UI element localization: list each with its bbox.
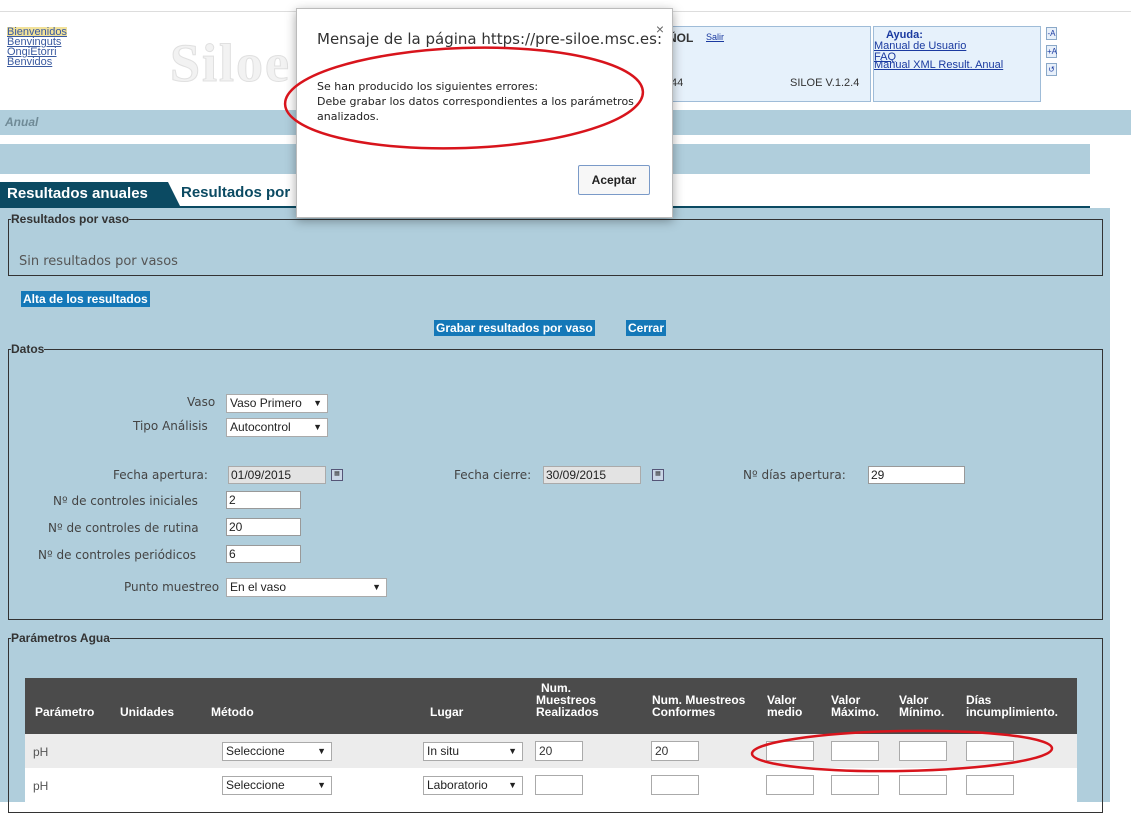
annotation-ellipse-values — [750, 729, 1054, 773]
annotation-ellipse-dialog — [283, 46, 645, 150]
annotation-overlay — [283, 46, 1054, 773]
